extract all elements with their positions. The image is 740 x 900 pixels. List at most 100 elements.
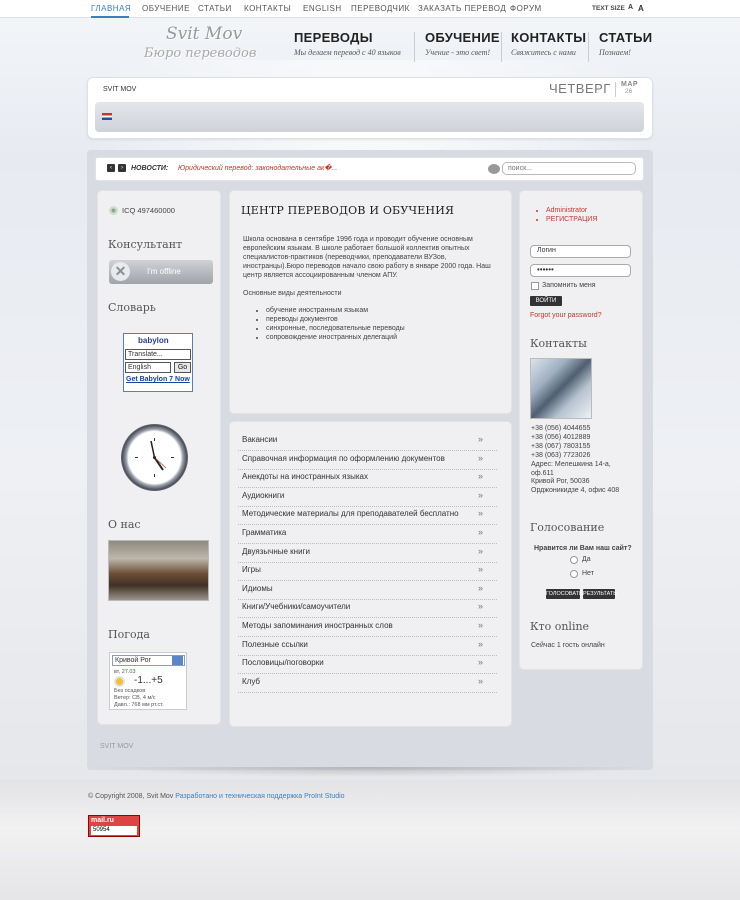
menu-arrow-icon: » <box>478 638 484 649</box>
nav-item-english[interactable]: ENGLISH <box>303 4 342 13</box>
header-menu-translations[interactable]: ПЕРЕВОДЫ Мы делаем перевод с 40 языков <box>294 30 401 57</box>
date-month: МАР <box>621 81 639 88</box>
menu-item[interactable]: Анекдоты на иностранных языках » <box>238 469 497 489</box>
babylon-go-button[interactable]: Go <box>174 362 191 373</box>
site-name: SVIT MOV <box>103 86 137 93</box>
uk-flag-icon[interactable] <box>102 113 112 120</box>
contact-line: +38 (063) 7723026 <box>531 451 591 459</box>
menu-item[interactable]: Аудиокниги » <box>238 488 497 507</box>
site-logo[interactable]: Svit Mov Бюро переводов <box>128 24 268 72</box>
menu-item[interactable]: Книги/Учебники/самоучители » <box>238 599 497 619</box>
menu-arrow-icon: » <box>478 582 484 593</box>
forgot-password-link[interactable]: Forgot your password? <box>530 312 602 319</box>
menu-item[interactable]: Грамматика » <box>238 525 497 544</box>
menu-item-label: Методы запоминания иностранных слов <box>242 621 393 630</box>
menu-arrow-icon: » <box>478 508 484 519</box>
menu-item[interactable]: Методические материалы для преподавателе… <box>238 506 497 526</box>
babylon-widget: babylon Translate... English Go Get Baby… <box>123 333 193 392</box>
chevron-down-icon[interactable] <box>172 656 183 665</box>
babylon-download-link[interactable]: Get Babylon 7 Now <box>126 376 192 384</box>
poll-option-no-radio[interactable] <box>570 570 578 578</box>
menu-arrow-icon: » <box>478 489 484 500</box>
header-menu-subtitle: Мы делаем перевод с 40 языков <box>294 48 401 57</box>
header-menu-subtitle: Познаем! <box>599 48 631 57</box>
contact-line: Орджоникидзе 4, офис 408 <box>531 487 620 495</box>
vote-button[interactable]: ГОЛОСОВАТЬ <box>546 589 583 599</box>
menu-item-label: Методические материалы для преподавателе… <box>242 509 459 519</box>
nav-item-home[interactable]: ГЛАВНАЯ <box>91 4 131 13</box>
day-name: ЧЕТВЕРГ <box>549 81 611 96</box>
mailru-counter[interactable]: mail.ru 50954 <box>88 815 140 837</box>
babylon-translate-input[interactable]: Translate... <box>125 349 191 360</box>
search-input[interactable] <box>502 162 636 175</box>
icq-icon <box>109 206 118 215</box>
contact-line: +38 (067) 7803155 <box>531 442 591 450</box>
header-menu-title: ПЕРЕВОДЫ <box>294 30 373 45</box>
list-item: синхронные, последовательные переводы <box>266 325 405 334</box>
developer-link[interactable]: Разработано и техническая поддержка ProI… <box>175 793 344 800</box>
contacts-details: +38 (056) 4044655 +38 (056) 4012889 +38 … <box>531 425 619 496</box>
online-count: Сейчас 1 гость онлайн <box>531 642 605 649</box>
consultant-status-button[interactable]: ✕ I'm offline <box>109 260 213 284</box>
header-menu-education[interactable]: ОБУЧЕНИЕ Учение - это свет! <box>425 30 500 57</box>
menu-item[interactable]: Пословицы/поговорки » <box>238 655 497 675</box>
menu-item-label: Аудиокниги <box>242 490 285 500</box>
menu-item[interactable]: Двуязычные книги » <box>238 544 497 563</box>
menu-arrow-icon: » <box>478 434 484 444</box>
nav-item-articles[interactable]: СТАТЬИ <box>198 4 232 13</box>
poll-option-yes-radio[interactable] <box>570 556 578 564</box>
text-size-decrease-icon[interactable]: A <box>628 4 634 11</box>
news-ticker-link[interactable]: Юридический перевод: законодательные ак�… <box>178 164 337 172</box>
contact-line: +38 (056) 4044655 <box>531 425 591 432</box>
who-online-heading: Кто online <box>530 620 590 633</box>
news-next-icon[interactable]: › <box>118 164 126 172</box>
logo-title: Svit Mov <box>166 24 243 44</box>
menu-arrow-icon: » <box>478 675 484 686</box>
nav-item-forum[interactable]: ФОРУМ <box>510 4 542 13</box>
login-button[interactable]: ВОЙТИ <box>530 296 562 306</box>
header-menu-contacts[interactable]: КОНТАКТЫ Свяжитесь с нами <box>511 30 586 57</box>
menu-item[interactable]: Справочная информация по оформлению доку… <box>238 451 497 470</box>
text-size-increase-icon[interactable]: A <box>638 4 644 13</box>
dictionary-heading: Словарь <box>108 301 156 314</box>
menu-item[interactable]: Игры » <box>238 562 497 582</box>
weather-widget: Кривой Рог вт, 27.03 -1...+5 Без осадков… <box>109 652 187 710</box>
administrator-link[interactable]: Administrator <box>546 207 597 216</box>
offline-icon: ✕ <box>111 262 130 281</box>
poll-heading: Голосование <box>530 521 605 534</box>
weather-wind: Ветер: СВ, 4 м/с <box>114 695 156 701</box>
nav-item-education[interactable]: ОБУЧЕНИЕ <box>142 4 190 13</box>
nav-item-contacts[interactable]: КОНТАКТЫ <box>244 4 291 13</box>
user-links: Administrator РЕГИСТРАЦИЯ <box>546 207 597 224</box>
password-field[interactable]: •••••• <box>530 264 631 277</box>
footer-site-name: SVIT MOV <box>100 743 134 750</box>
activities-list: обучение иностранным языкам переводы док… <box>258 307 405 343</box>
center-content <box>229 190 512 414</box>
registration-link[interactable]: РЕГИСТРАЦИЯ <box>546 216 597 225</box>
login-field[interactable]: Логин <box>530 245 631 258</box>
menu-arrow-icon: » <box>478 471 484 482</box>
remember-me-checkbox[interactable] <box>531 282 539 290</box>
menu-item[interactable]: Методы запоминания иностранных слов » <box>238 618 497 637</box>
menu-item[interactable]: Вакансии » <box>238 432 497 451</box>
babylon-language-select[interactable]: English <box>125 362 171 373</box>
header-menu-subtitle: Учение - это свет! <box>425 48 491 57</box>
results-button[interactable]: РЕЗУЛЬТАТЫ <box>583 589 618 599</box>
menu-arrow-icon: » <box>478 527 484 537</box>
copyright-text: © Copyright 2008, Svit Mov <box>88 793 174 800</box>
header-menu-divider <box>414 32 415 62</box>
remember-me-label: Запомнить меня <box>542 282 596 289</box>
header-menu-articles[interactable]: СТАТЬИ Познаем! <box>599 30 652 57</box>
menu-item[interactable]: Идиомы » <box>238 581 497 600</box>
news-prev-icon[interactable]: ‹ <box>107 164 115 172</box>
menu-item[interactable]: Полезные ссылки » <box>238 637 497 656</box>
contact-line: +38 (056) 4012889 <box>531 433 591 441</box>
about-photo[interactable] <box>108 540 209 601</box>
clock-face-icon <box>135 438 174 477</box>
search-icon[interactable] <box>488 164 500 174</box>
menu-item-label: Двуязычные книги <box>242 546 310 556</box>
nav-item-order-translation[interactable]: ЗАКАЗАТЬ ПЕРЕВОД <box>418 4 506 13</box>
poll-option-no-label: Нет <box>582 570 594 577</box>
nav-item-translator[interactable]: ПЕРЕВОДЧИК <box>351 4 410 13</box>
menu-item[interactable]: Клуб » <box>238 674 497 693</box>
